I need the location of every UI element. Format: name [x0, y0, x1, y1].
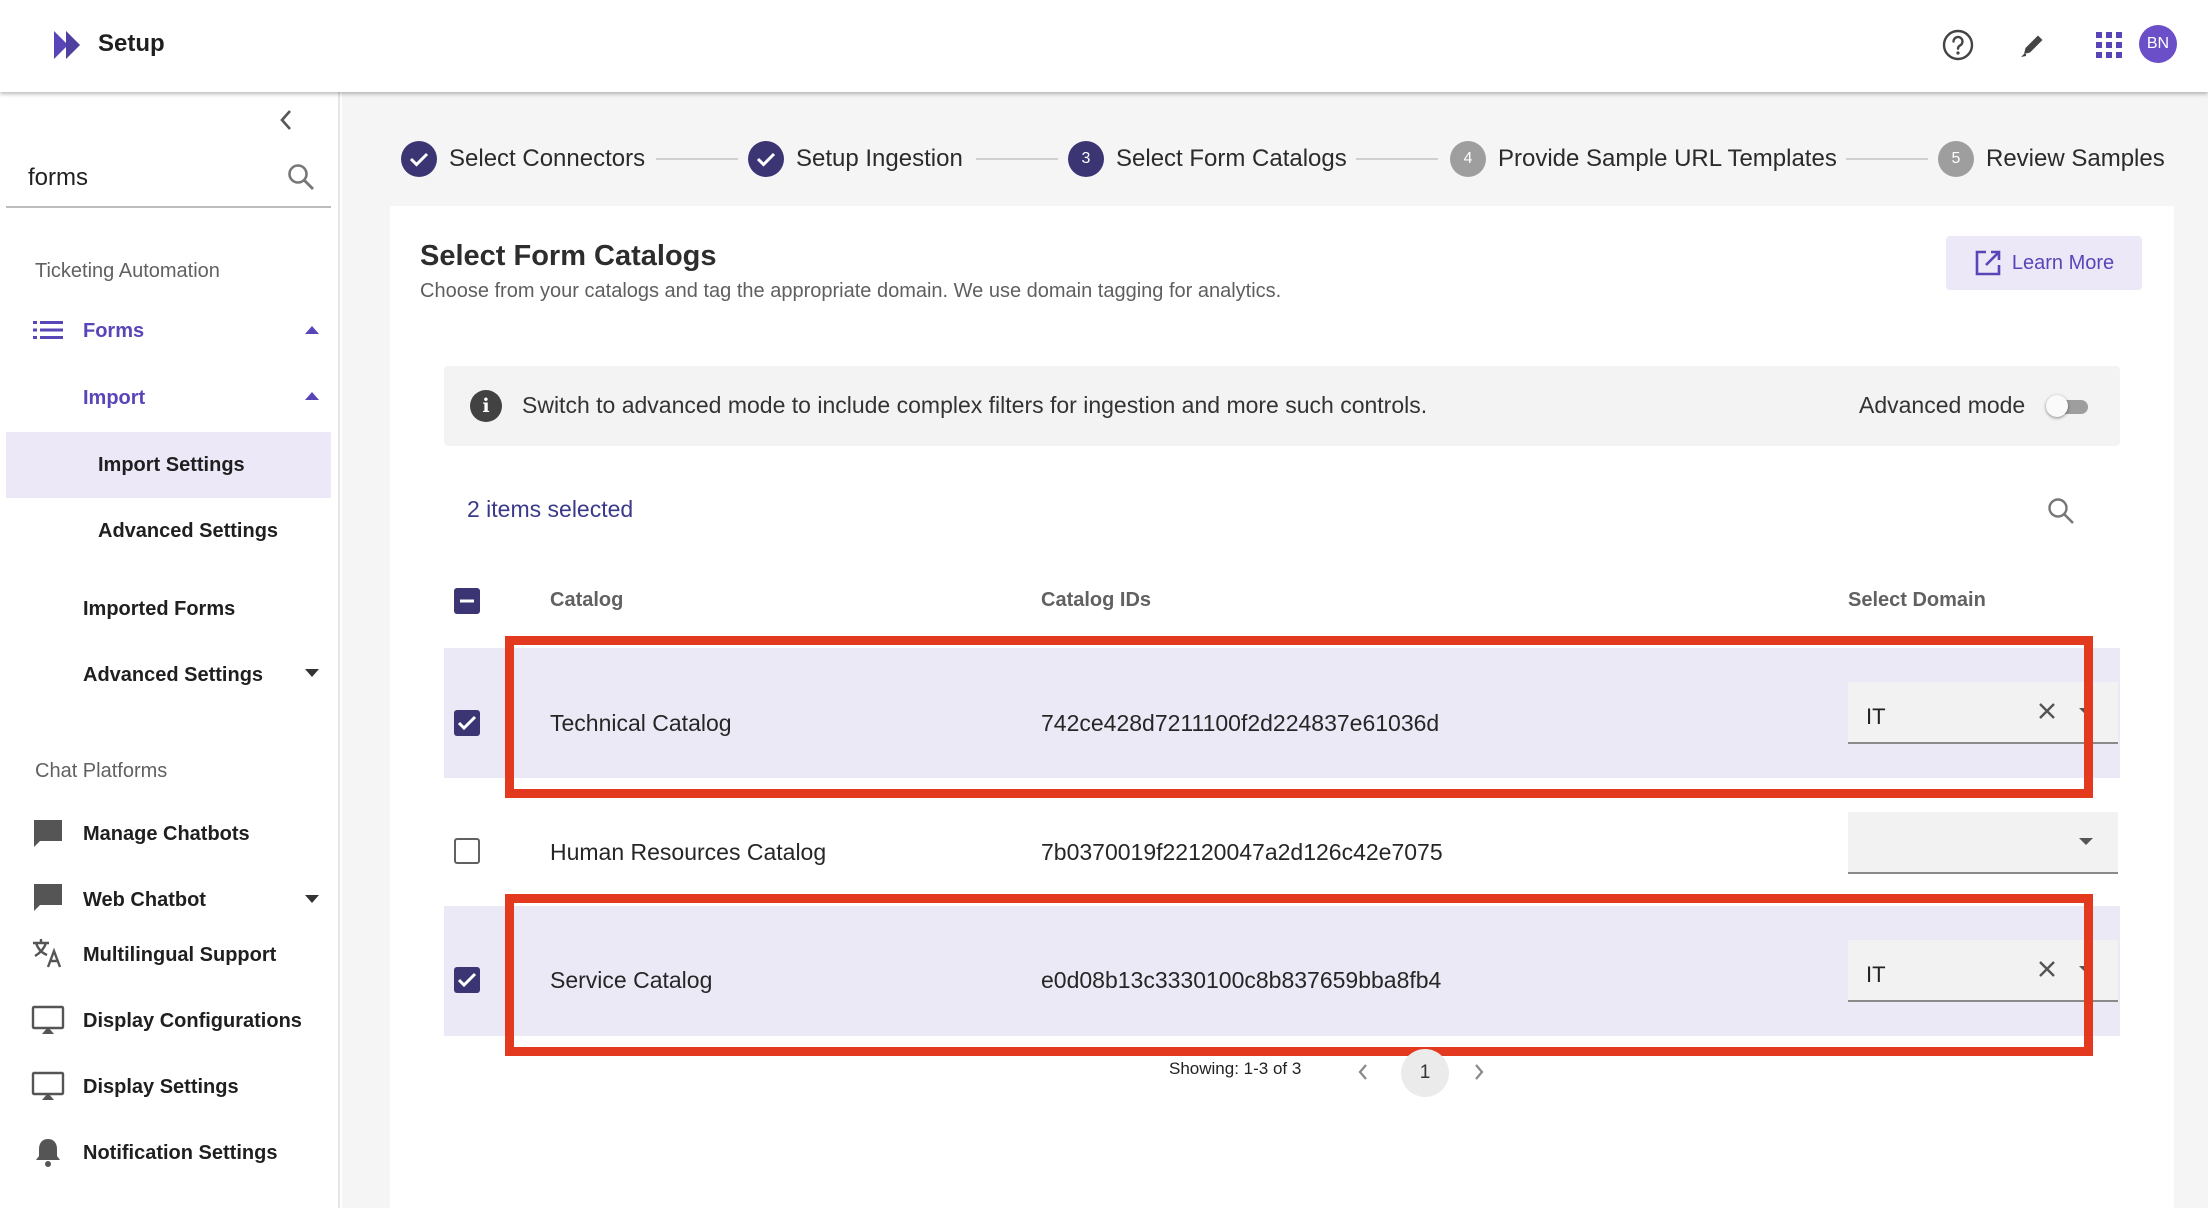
domain-select[interactable] [1848, 812, 2118, 874]
search-icon[interactable] [286, 162, 316, 197]
chat-bubble-icon [30, 816, 66, 852]
check-icon [401, 141, 437, 177]
bell-icon [30, 1134, 66, 1170]
step-connector [976, 158, 1058, 160]
advanced-mode-label: Advanced mode [1859, 392, 2026, 418]
sidebar-item-multilingual-support[interactable]: Multilingual Support [83, 944, 276, 967]
sidebar-item-import-settings[interactable]: Import Settings [98, 454, 245, 477]
step-review-samples[interactable]: 5 Review Samples [1938, 141, 2165, 177]
list-icon [30, 312, 66, 348]
column-header-catalog-ids[interactable]: Catalog IDs [1041, 589, 1151, 612]
card-subtitle: Choose from your catalogs and tag the ap… [420, 280, 1282, 302]
learn-more-button[interactable]: Learn More [1946, 236, 2142, 290]
step-connector [1846, 158, 1928, 160]
caret-down-icon[interactable] [302, 892, 322, 906]
section-label-chat: Chat Platforms [35, 760, 168, 782]
open-in-new-icon [1975, 250, 2001, 276]
chevron-left-icon[interactable] [1356, 1062, 1370, 1087]
step-label: Setup Ingestion [796, 145, 963, 172]
highlight-box [505, 894, 2093, 1056]
table-search-icon[interactable] [2046, 496, 2076, 531]
chat-bubble-icon [30, 880, 66, 916]
collapse-sidebar-chevron-left-icon[interactable] [272, 106, 300, 134]
step-label: Provide Sample URL Templates [1498, 145, 1837, 172]
dropdown-arrow-icon[interactable] [2079, 838, 2093, 845]
selected-count: 2 items selected [467, 496, 634, 522]
step-label: Select Connectors [449, 145, 646, 172]
app-title: Setup [98, 30, 165, 57]
step-number: 3 [1068, 141, 1104, 177]
row-checkbox[interactable] [454, 710, 480, 736]
info-banner: i Switch to advanced mode to include com… [444, 366, 2120, 446]
step-select-form-catalogs[interactable]: 3 Select Form Catalogs [1068, 141, 1347, 177]
sidebar-item-imported-forms[interactable]: Imported Forms [83, 598, 235, 621]
row-checkbox[interactable] [454, 967, 480, 993]
caret-up-icon[interactable] [302, 389, 322, 403]
catalog-id: 7b0370019f22120047a2d126c42e7075 [1041, 839, 1443, 865]
sidebar-item-import-advanced-settings[interactable]: Advanced Settings [98, 520, 278, 543]
sidebar-search [6, 152, 331, 208]
info-text: Switch to advanced mode to include compl… [522, 392, 1428, 418]
step-label: Select Form Catalogs [1116, 145, 1347, 172]
display-icon [30, 1002, 66, 1038]
sidebar: Ticketing Automation Forms Import Import… [0, 92, 340, 1208]
display-icon [30, 1068, 66, 1104]
step-number: 4 [1450, 141, 1486, 177]
step-label: Review Samples [1986, 145, 2165, 172]
page-button[interactable]: 1 [1401, 1049, 1449, 1097]
card-title: Select Form Catalogs [420, 240, 717, 272]
caret-down-icon[interactable] [302, 666, 322, 680]
step-select-connectors[interactable]: Select Connectors [401, 141, 645, 177]
step-connector [1356, 158, 1438, 160]
sidebar-item-display-configurations[interactable]: Display Configurations [83, 1010, 302, 1033]
section-label-ticketing: Ticketing Automation [35, 260, 220, 282]
pagination-text: Showing: 1-3 of 3 [1169, 1059, 1302, 1078]
sidebar-item-manage-chatbots[interactable]: Manage Chatbots [83, 823, 250, 846]
step-connector [656, 158, 738, 160]
sidebar-item-notification-settings[interactable]: Notification Settings [83, 1142, 277, 1165]
highlight-box [505, 636, 2093, 798]
app-logo-icon[interactable] [52, 28, 88, 62]
column-header-select-domain[interactable]: Select Domain [1848, 589, 1986, 612]
step-setup-ingestion[interactable]: Setup Ingestion [748, 141, 963, 177]
user-avatar[interactable]: BN [2139, 25, 2177, 63]
sidebar-item-advanced-settings[interactable]: Advanced Settings [83, 664, 263, 687]
top-app-bar: Setup BN [0, 0, 2208, 92]
sidebar-search-input[interactable] [28, 160, 278, 196]
sidebar-item-forms[interactable]: Forms [83, 320, 144, 343]
step-number: 5 [1938, 141, 1974, 177]
step-provide-sample-url-templates[interactable]: 4 Provide Sample URL Templates [1450, 141, 1837, 177]
info-icon: i [470, 390, 502, 422]
catalog-name: Human Resources Catalog [550, 839, 827, 865]
advanced-mode-toggle[interactable] [2046, 395, 2090, 417]
caret-up-icon[interactable] [302, 323, 322, 337]
check-icon [748, 141, 784, 177]
translate-icon [30, 935, 66, 971]
select-all-checkbox[interactable] [454, 588, 480, 614]
pencil-icon[interactable] [2014, 26, 2052, 64]
sidebar-item-import[interactable]: Import [83, 387, 145, 410]
sidebar-item-web-chatbot[interactable]: Web Chatbot [83, 889, 206, 912]
chevron-right-icon[interactable] [1472, 1062, 1486, 1087]
form-catalogs-card: Select Form Catalogs Choose from your ca… [390, 206, 2174, 1208]
help-circle-icon[interactable] [1939, 26, 1977, 64]
column-header-catalog[interactable]: Catalog [550, 589, 623, 612]
main-content: Select Connectors Setup Ingestion 3 Sele… [342, 92, 2208, 1208]
sidebar-item-display-settings[interactable]: Display Settings [83, 1076, 239, 1099]
row-checkbox[interactable] [454, 838, 480, 864]
apps-grid-icon[interactable] [2090, 26, 2128, 64]
learn-more-label: Learn More [2011, 251, 2115, 274]
